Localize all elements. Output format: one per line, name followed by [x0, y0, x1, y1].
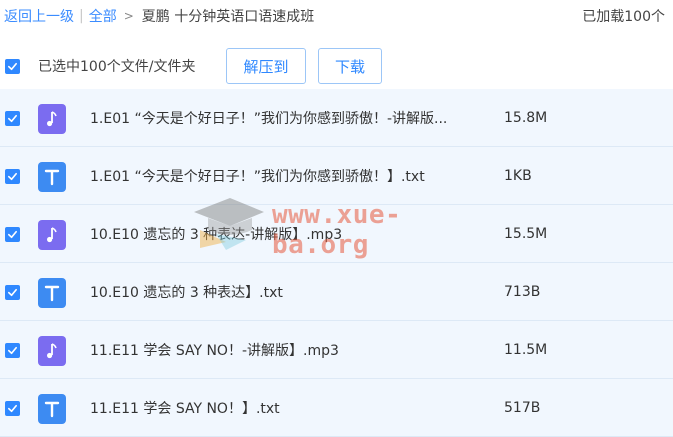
- breadcrumb-arrow-icon: >: [123, 9, 134, 23]
- selection-count-text: 已选中100个文件/文件夹: [38, 59, 196, 75]
- file-name[interactable]: 11.E11 学会 SAY NO！-讲解版】.mp3: [90, 321, 339, 379]
- breadcrumb-separator: |: [79, 8, 84, 24]
- check-icon: [8, 230, 17, 239]
- back-link[interactable]: 返回上一级: [4, 6, 74, 26]
- check-icon: [8, 288, 17, 297]
- file-size: 15.5M: [504, 226, 548, 242]
- row-checkbox[interactable]: [5, 111, 20, 126]
- file-size: 517B: [504, 400, 541, 416]
- check-icon: [8, 404, 17, 413]
- check-icon: [8, 114, 17, 123]
- file-row[interactable]: 11.E11 学会 SAY NO！-讲解版】.mp3 11.5M: [0, 321, 673, 379]
- text-file-icon: [38, 162, 66, 192]
- file-name[interactable]: 11.E11 学会 SAY NO！】.txt: [90, 379, 280, 437]
- check-icon: [8, 172, 17, 181]
- file-size: 15.8M: [504, 110, 548, 126]
- audio-file-icon: [38, 220, 66, 250]
- check-icon: [8, 62, 17, 70]
- extract-to-button[interactable]: 解压到: [226, 48, 306, 84]
- breadcrumb: 返回上一级 | 全部 > 夏鹏 十分钟英语口语速成班: [4, 0, 669, 32]
- loaded-count: 已加载100个: [582, 9, 665, 25]
- download-button[interactable]: 下载: [318, 48, 382, 84]
- text-file-icon: [38, 394, 66, 424]
- text-file-icon: [38, 278, 66, 308]
- audio-file-icon: [38, 104, 66, 134]
- row-checkbox[interactable]: [5, 169, 20, 184]
- file-row[interactable]: 1.E01 “今天是个好日子！”我们为你感到骄傲！】.txt 1KB: [0, 147, 673, 205]
- file-row[interactable]: 1.E01 “今天是个好日子！”我们为你感到骄傲！-讲解版... 15.8M: [0, 89, 673, 147]
- row-checkbox[interactable]: [5, 285, 20, 300]
- file-row[interactable]: 10.E10 遗忘的 3 种表达-讲解版】.mp3 15.5M: [0, 205, 673, 263]
- file-list: 1.E01 “今天是个好日子！”我们为你感到骄傲！-讲解版... 15.8M 1…: [0, 89, 673, 437]
- row-checkbox[interactable]: [5, 343, 20, 358]
- file-size: 11.5M: [504, 342, 548, 358]
- all-files-link[interactable]: 全部: [89, 6, 117, 26]
- toolbar: 已选中100个文件/文件夹 解压到 下载: [0, 44, 673, 88]
- row-checkbox[interactable]: [5, 227, 20, 242]
- file-name[interactable]: 1.E01 “今天是个好日子！”我们为你感到骄傲！】.txt: [90, 147, 425, 205]
- select-all-checkbox[interactable]: [5, 58, 20, 74]
- check-icon: [8, 346, 17, 355]
- row-checkbox[interactable]: [5, 401, 20, 416]
- file-row[interactable]: 10.E10 遗忘的 3 种表达】.txt 713B: [0, 263, 673, 321]
- current-folder-title: 夏鹏 十分钟英语口语速成班: [141, 9, 315, 25]
- file-size: 713B: [504, 284, 541, 300]
- audio-file-icon: [38, 336, 66, 366]
- file-name[interactable]: 1.E01 “今天是个好日子！”我们为你感到骄傲！-讲解版...: [90, 89, 447, 147]
- file-row[interactable]: 11.E11 学会 SAY NO！】.txt 517B: [0, 379, 673, 437]
- file-name[interactable]: 10.E10 遗忘的 3 种表达-讲解版】.mp3: [90, 205, 342, 263]
- file-size: 1KB: [504, 168, 532, 184]
- file-name[interactable]: 10.E10 遗忘的 3 种表达】.txt: [90, 263, 283, 321]
